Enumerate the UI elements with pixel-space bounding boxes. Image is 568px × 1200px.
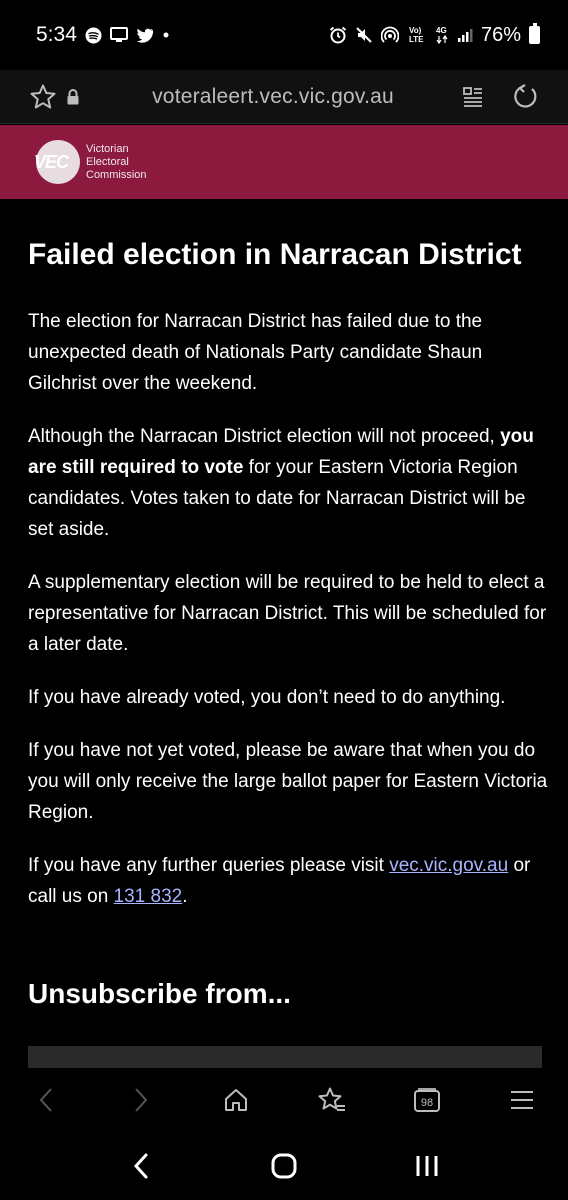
bookmarks-icon[interactable] [314, 1082, 350, 1118]
vec-logo[interactable]: VEC [34, 140, 80, 184]
paragraph-4: If you have already voted, you don’t nee… [28, 687, 506, 708]
vec-org-line3: Commission [86, 168, 147, 181]
system-nav-bar [0, 1132, 568, 1200]
paragraph-3: A supplementary election will be require… [28, 572, 547, 655]
address-bar: voteraleert.vec.vic.gov.au [0, 70, 568, 124]
spotify-icon [85, 27, 102, 44]
status-left: 5:34 [36, 23, 170, 47]
paragraph-6-end: . [182, 886, 188, 907]
paragraph-6-start: If you have any further queries please v… [28, 855, 390, 876]
twitter-icon [136, 28, 154, 43]
status-bar: 5:34 Vo) LTE 4G 76% [0, 0, 568, 70]
unsubscribe-box [28, 1046, 542, 1068]
tabs-icon[interactable]: 98 [409, 1082, 445, 1118]
network-4g-icon: 4G [435, 25, 449, 45]
nav-recents-icon[interactable] [407, 1146, 447, 1186]
bookmark-star-icon[interactable] [28, 82, 58, 112]
battery-percent: 76% [480, 23, 521, 46]
lock-icon[interactable] [58, 82, 88, 112]
home-icon[interactable] [218, 1082, 254, 1118]
svg-text:98: 98 [421, 1097, 433, 1109]
page-title: Failed election in Narracan District [28, 238, 522, 271]
forward-icon[interactable] [123, 1082, 159, 1118]
battery-icon [529, 23, 540, 44]
vec-logo-text: VEC [34, 152, 69, 172]
alarm-icon [329, 26, 347, 44]
paragraph-1: The election for Narracan District has f… [28, 311, 483, 394]
signal-icon [457, 27, 473, 43]
paragraph-6: If you have any further queries please v… [28, 850, 548, 912]
paragraph-5: If you have not yet voted, please be awa… [28, 740, 548, 823]
unsubscribe-heading: Unsubscribe from... [28, 978, 291, 1009]
paragraph-2: Although the Narracan District election … [28, 421, 548, 545]
notification-dot-icon [162, 31, 170, 39]
paragraph-2-start: Although the Narracan District election … [28, 426, 501, 447]
article-content: Failed election in Narracan District The… [28, 236, 548, 1010]
volte-icon: Vo) LTE [407, 25, 427, 45]
status-time: 5:34 [36, 23, 77, 46]
nav-back-icon[interactable] [121, 1146, 161, 1186]
vec-org-name: Victorian Electoral Commission [86, 143, 147, 182]
hotspot-icon [380, 26, 399, 44]
vec-org-line1: Victorian [86, 142, 129, 155]
svg-text:LTE: LTE [409, 35, 424, 44]
svg-text:Vo): Vo) [409, 26, 422, 35]
screen-cast-icon [109, 27, 128, 43]
back-icon[interactable] [28, 1082, 64, 1118]
reader-mode-icon[interactable] [458, 82, 488, 112]
svg-text:4G: 4G [436, 26, 447, 35]
status-right: Vo) LTE 4G 76% [329, 23, 540, 47]
url-field[interactable]: voteraleert.vec.vic.gov.au [88, 85, 458, 109]
phone-link[interactable]: 131 832 [114, 886, 183, 907]
browser-toolbar: 98 [0, 1068, 568, 1132]
vec-org-line2: Electoral [86, 155, 129, 168]
reload-icon[interactable] [510, 82, 540, 112]
vec-website-link[interactable]: vec.vic.gov.au [389, 855, 508, 876]
nav-home-icon[interactable] [264, 1146, 304, 1186]
mute-icon [355, 26, 373, 44]
vec-banner: VEC Victorian Electoral Commission [0, 125, 568, 199]
menu-icon[interactable] [504, 1082, 540, 1118]
